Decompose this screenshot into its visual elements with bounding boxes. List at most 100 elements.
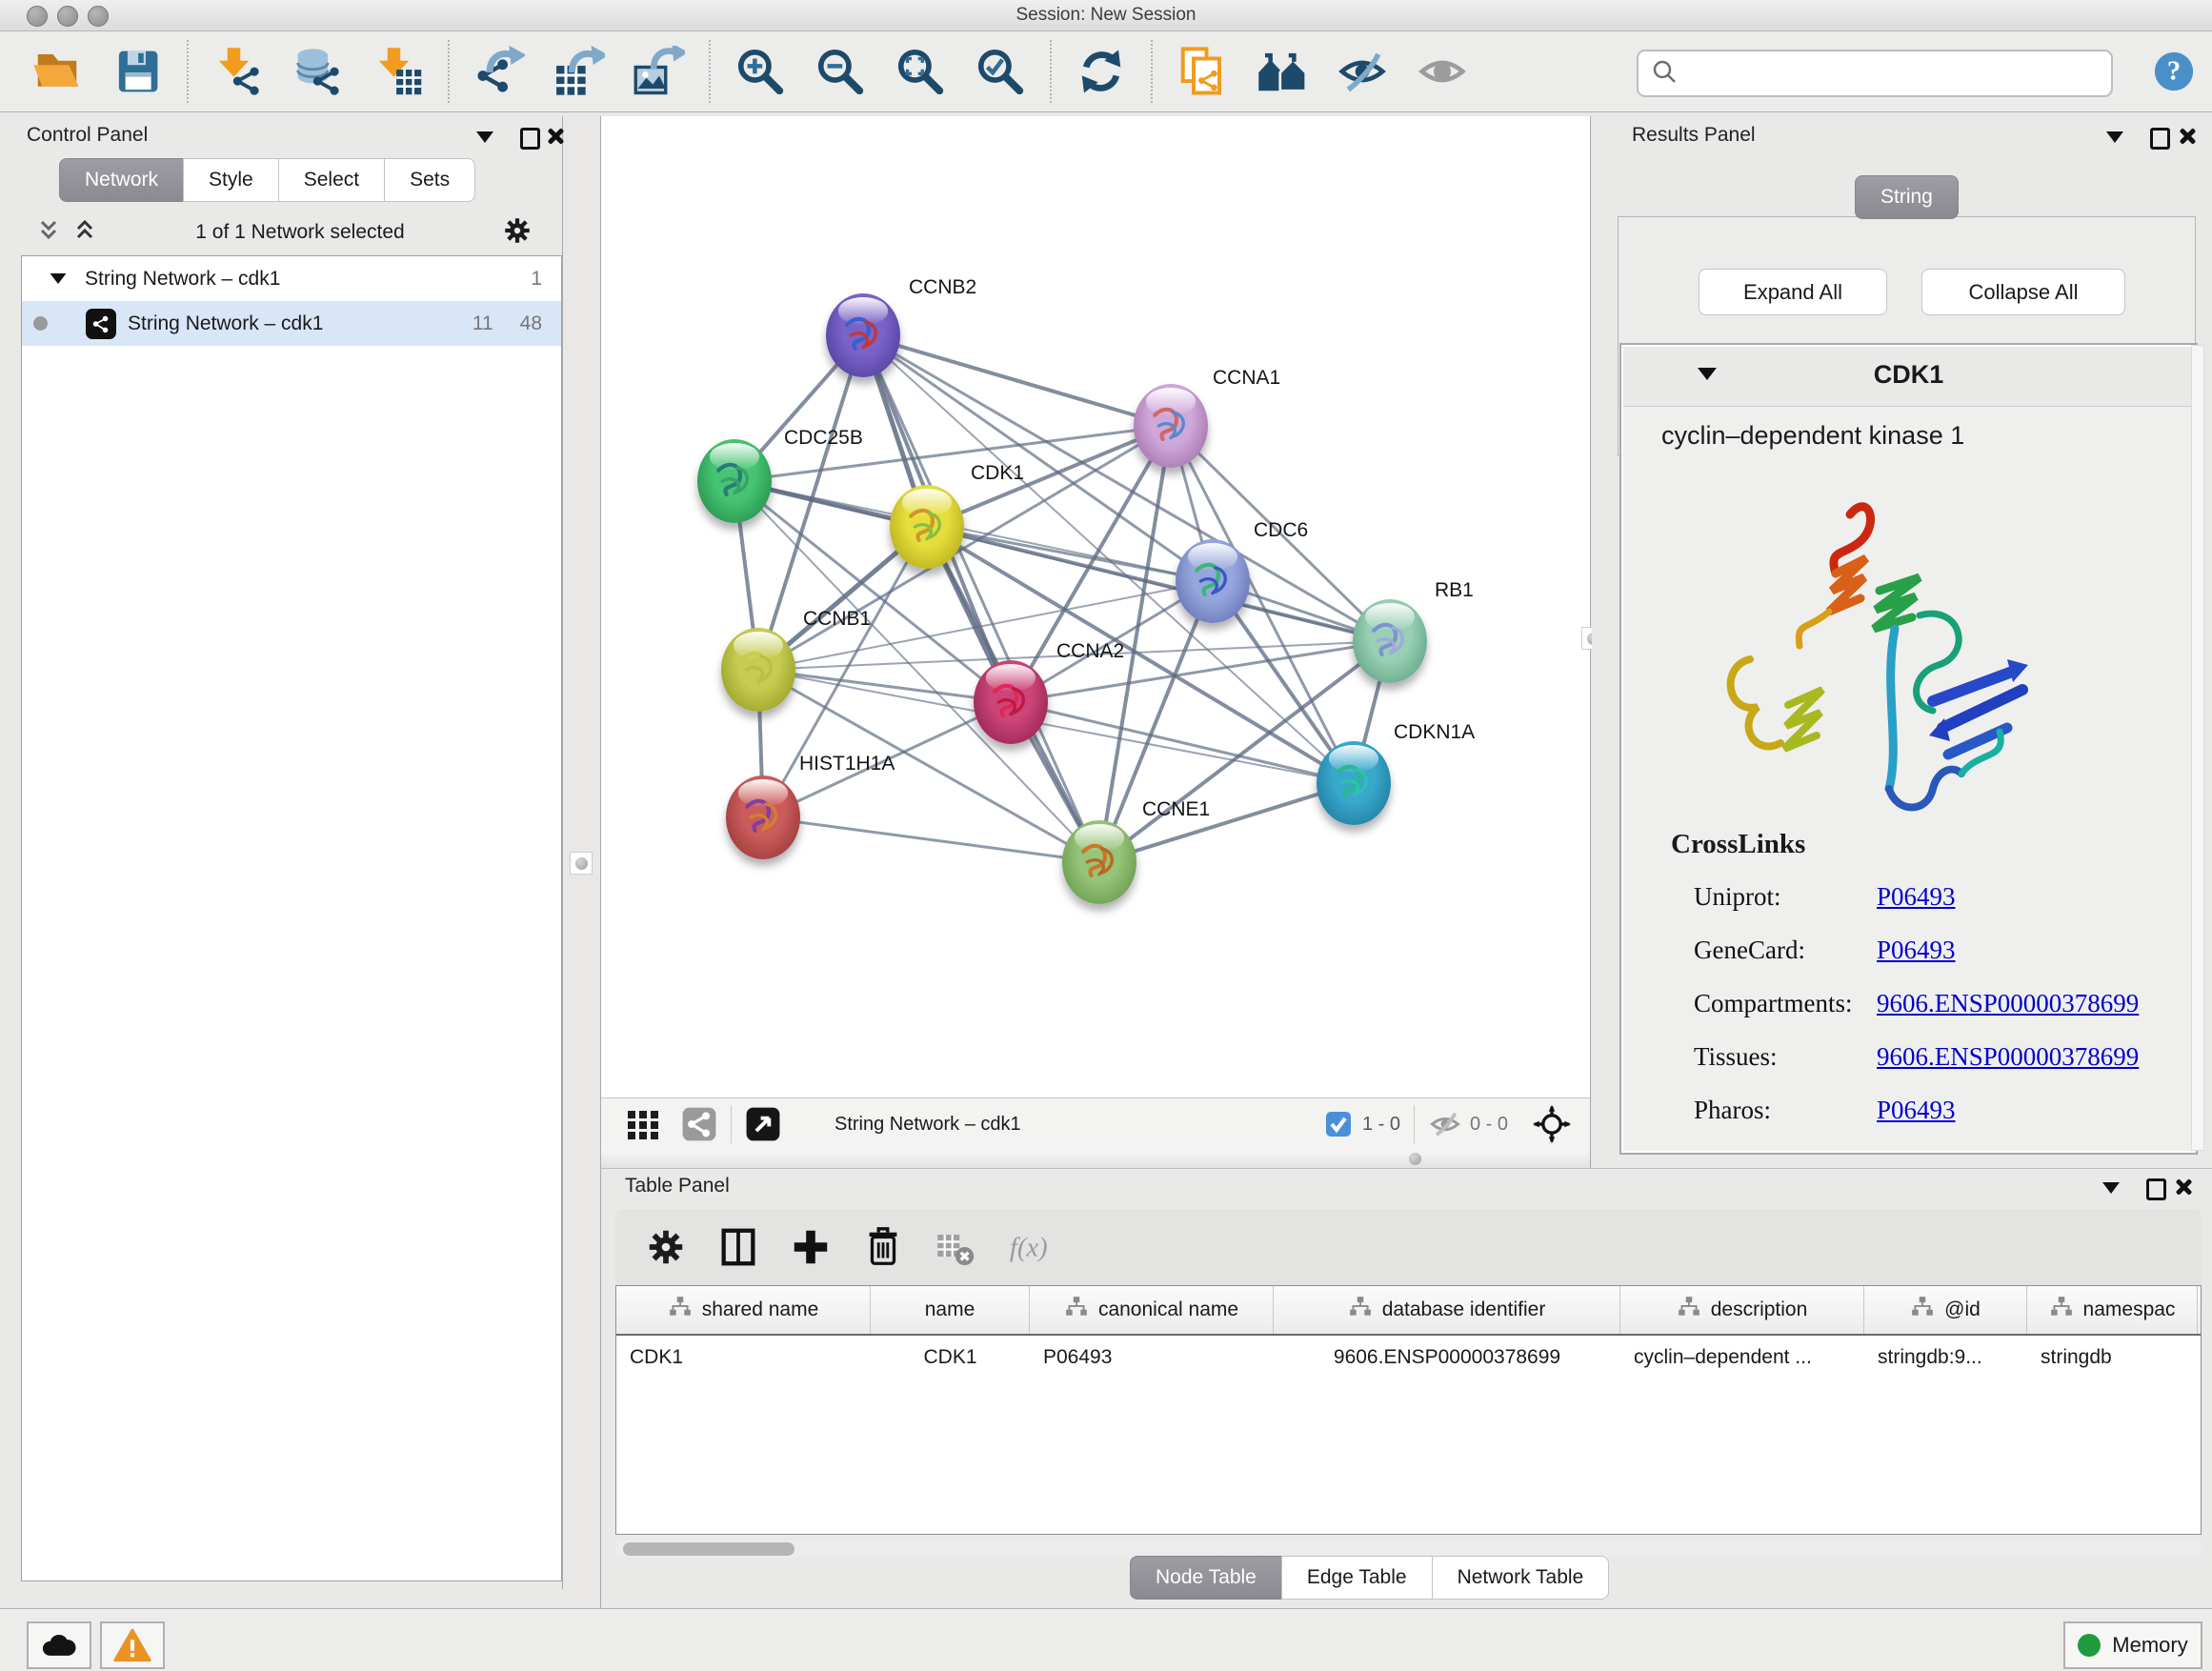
network-node-ccnb1[interactable] [721,628,795,712]
network-selected-status: 1 of 1 Network selected [99,221,501,244]
column-header--id[interactable]: @id [1864,1286,2027,1334]
network-node-ccne1[interactable] [1062,820,1136,904]
network-node-cdkn1a[interactable] [1317,741,1391,825]
table-cell[interactable]: CDK1 [616,1346,871,1369]
network-node-cdc25b[interactable] [697,439,772,523]
add-column-icon[interactable] [787,1223,835,1271]
column-header-shared-name[interactable]: shared name [616,1286,871,1334]
zoom-selected-icon[interactable] [973,41,1028,102]
network-collection-row[interactable]: String Network – cdk1 1 [22,256,561,301]
crosslink-link[interactable]: 9606.ENSP00000378699 [1877,989,2139,1018]
column-header-database-identifier[interactable]: database identifier [1274,1286,1620,1334]
network-edge[interactable] [763,817,1099,862]
network-node-rb1[interactable] [1353,599,1427,683]
panel-menu-icon[interactable] [2102,1182,2120,1194]
zoom-in-icon[interactable] [733,41,788,102]
node-table[interactable]: shared namenamecanonical namedatabase id… [615,1285,2202,1535]
grid-view-icon[interactable] [626,1107,660,1141]
apply-layout-icon[interactable] [1074,41,1129,102]
tab-node-table[interactable]: Node Table [1130,1556,1282,1600]
show-columns-icon[interactable] [714,1223,762,1271]
table-cell[interactable]: cyclin–dependent ... [1620,1346,1864,1369]
show-all-icon[interactable] [1415,41,1470,102]
save-session-icon[interactable] [110,41,165,102]
export-network-icon[interactable] [472,41,527,102]
search-input[interactable] [1686,62,2103,86]
network-node-cdk1[interactable] [890,485,964,569]
vertical-splitter-grip[interactable] [570,852,593,875]
close-panel-icon[interactable] [2175,1178,2192,1196]
column-header-canonical-name[interactable]: canonical name [1030,1286,1274,1334]
crosslink-link[interactable]: P06493 [1877,1096,1956,1125]
tab-sets[interactable]: Sets [384,158,475,202]
expand-all-button[interactable]: Expand All [1699,269,1887,315]
delete-column-icon[interactable] [859,1223,907,1271]
table-cell[interactable]: stringdb [2027,1346,2198,1369]
table-options-gear-icon[interactable] [642,1223,690,1271]
import-table-file-icon[interactable] [371,41,426,102]
float-panel-icon[interactable] [2150,128,2170,150]
crosslink-link[interactable]: 9606.ENSP00000378699 [1877,1042,2139,1072]
export-image-icon[interactable] [632,41,687,102]
tab-style[interactable]: Style [183,158,279,202]
expand-all-networks-icon[interactable] [70,216,99,250]
network-node-ccna1[interactable] [1134,384,1208,468]
network-node-ccna2[interactable] [974,660,1048,744]
selected-checkbox-icon[interactable] [1324,1110,1353,1138]
network-edge[interactable] [1011,702,1354,783]
network-share-icon[interactable] [681,1106,717,1142]
import-network-database-icon[interactable] [291,41,346,102]
table-cell[interactable]: CDK1 [871,1346,1030,1369]
network-edge[interactable] [863,335,1099,862]
panel-menu-icon[interactable] [2106,131,2123,143]
export-table-icon[interactable] [552,41,607,102]
fit-content-crosshair-icon[interactable] [1533,1105,1571,1143]
table-cell[interactable]: 9606.ENSP00000378699 [1274,1346,1620,1369]
table-cell[interactable]: P06493 [1030,1346,1274,1369]
close-panel-icon[interactable] [547,128,564,145]
zoom-out-icon[interactable] [813,41,868,102]
panel-splitter[interactable] [601,1149,1590,1168]
table-row[interactable]: CDK1CDK1P064939606.ENSP00000378699cyclin… [616,1336,2201,1379]
tab-network-table[interactable]: Network Table [1432,1556,1610,1600]
panel-menu-icon[interactable] [476,131,493,143]
help-button[interactable]: ? [2152,50,2196,93]
column-header-name[interactable]: name [871,1286,1030,1334]
protein-card-header[interactable]: CDK1 [1623,347,2194,407]
first-neighbors-icon[interactable] [1255,41,1310,102]
network-node-hist1h1a[interactable] [726,775,800,859]
tab-network[interactable]: Network [59,158,184,202]
column-header-description[interactable]: description [1620,1286,1864,1334]
network-row-selected[interactable]: String Network – cdk1 11 48 [22,301,561,346]
tab-edge-table[interactable]: Edge Table [1281,1556,1433,1600]
collapse-all-button[interactable]: Collapse All [1921,269,2125,315]
new-network-from-selection-icon[interactable] [1175,41,1230,102]
open-session-icon[interactable] [30,41,85,102]
crosslink-link[interactable]: P06493 [1877,936,1956,965]
column-header-namespac[interactable]: namespac [2027,1286,2198,1334]
birds-eye-view-icon[interactable] [745,1106,781,1142]
hide-selected-icon[interactable] [1335,41,1390,102]
results-scrollbar[interactable] [2191,345,2204,1151]
network-options-gear-icon[interactable] [501,214,533,252]
import-network-file-icon[interactable] [211,41,266,102]
crosslink-link[interactable]: P06493 [1877,882,1956,912]
tab-string[interactable]: String [1855,175,1959,219]
zoom-fit-icon[interactable] [893,41,948,102]
float-panel-icon[interactable] [520,128,540,150]
cloud-button[interactable] [27,1621,91,1669]
table-cell[interactable]: stringdb:9... [1864,1346,2027,1369]
network-edge[interactable] [863,335,1171,426]
close-panel-icon[interactable] [2179,128,2196,145]
memory-button[interactable]: Memory [2063,1621,2202,1669]
network-canvas[interactable]: CCNB2 CCNA1 CDC25B CDK1 CDC6 RB1 [601,116,1590,1097]
float-panel-icon[interactable] [2146,1178,2166,1200]
network-node-ccnb2[interactable] [826,293,900,377]
collection-expander-icon[interactable] [50,273,67,284]
collapse-all-networks-icon[interactable] [34,216,63,250]
network-edge[interactable] [1099,783,1354,862]
tab-select[interactable]: Select [278,158,385,202]
warnings-button[interactable] [100,1621,165,1669]
network-node-cdc6[interactable] [1176,539,1250,623]
scrollbar-thumb[interactable] [623,1542,794,1556]
